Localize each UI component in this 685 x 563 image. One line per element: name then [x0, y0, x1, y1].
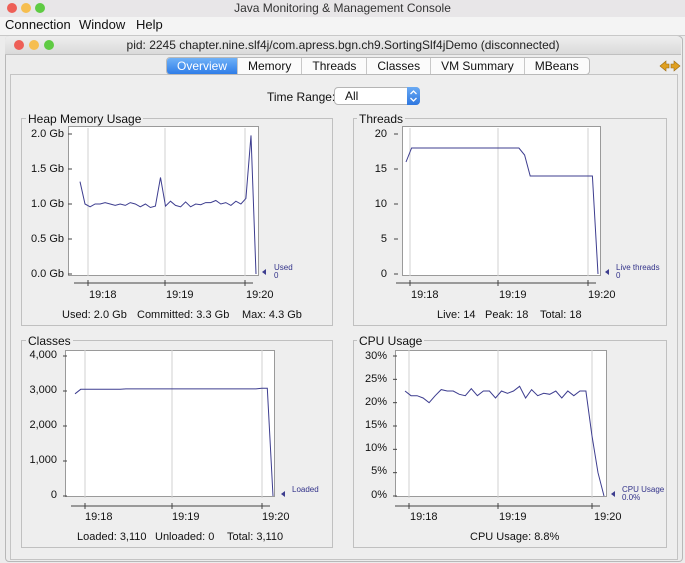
cpu-x-tick: 19:18	[410, 511, 438, 523]
cpu-series-line	[404, 385, 605, 497]
cpu-y-tick: 15%	[364, 419, 387, 431]
cpu-legend-marker	[611, 491, 615, 497]
cpu-y-tick: 20%	[364, 396, 387, 408]
cpu-y-tick: 5%	[371, 465, 387, 477]
cpu-chart	[393, 350, 615, 509]
cpu-x-tick: 19:19	[499, 511, 527, 523]
cpu-y-tick: 25%	[364, 373, 387, 385]
cpu-x-tick: 19:20	[594, 511, 622, 523]
cpu-y-tick: 10%	[364, 442, 387, 454]
cpu-y-tick: 30%	[364, 350, 387, 362]
cpu-y-tick: 0%	[371, 489, 387, 501]
cpu-legend-value: 0.0%	[622, 493, 641, 502]
cpu-usage-stat: CPU Usage: 8.8%	[470, 531, 560, 543]
